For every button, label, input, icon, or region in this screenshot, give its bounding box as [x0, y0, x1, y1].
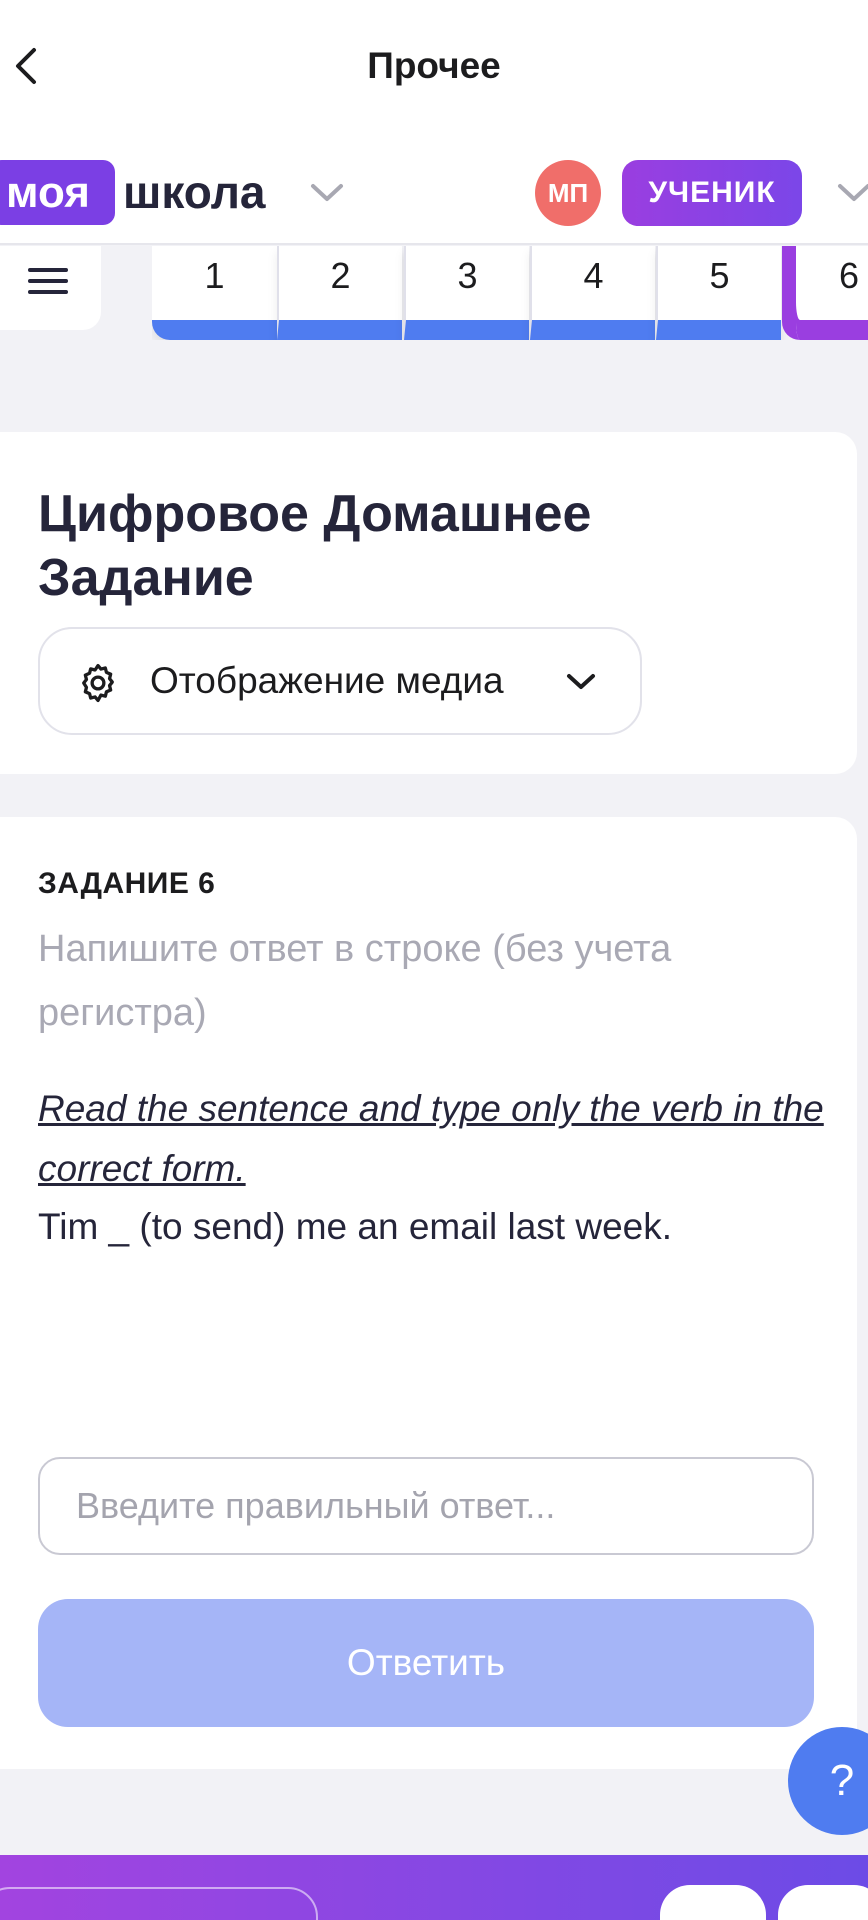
- gear-icon: [82, 663, 114, 703]
- task-tab-3[interactable]: 3: [404, 246, 529, 340]
- chevron-down-icon: [567, 674, 595, 689]
- task-instruction: Read the sentence and type only the verb…: [38, 1088, 824, 1189]
- task-tab-6-active[interactable]: 6: [782, 246, 868, 340]
- answer-input[interactable]: [38, 1457, 814, 1555]
- bottom-outline-button[interactable]: [0, 1887, 318, 1920]
- logo-shkola: школа: [123, 166, 266, 218]
- page-title: Прочее: [367, 45, 501, 86]
- role-badge[interactable]: УЧЕНИК: [622, 160, 802, 226]
- task-tab-2[interactable]: 2: [277, 246, 402, 340]
- task-sentence: Tim _ (to send) me an email last week.: [38, 1206, 673, 1247]
- bottom-pill-button-1[interactable]: [660, 1885, 766, 1920]
- logo-moya: моя: [0, 160, 115, 225]
- role-chevron-down-icon[interactable]: [834, 180, 868, 206]
- task-hint: Напишите ответ в строке (без учета регис…: [38, 928, 672, 1034]
- bottom-pill-button-2[interactable]: [778, 1885, 868, 1920]
- bottom-bar: [0, 1855, 868, 1920]
- top-navigation-bar: Прочее: [0, 0, 868, 130]
- menu-button[interactable]: [0, 246, 101, 330]
- task-tab-1[interactable]: 1: [152, 246, 277, 340]
- homework-header-card: Цифровое Домашнее Задание Отображение ме…: [0, 432, 857, 774]
- user-avatar[interactable]: МП: [535, 160, 601, 226]
- task-tab-4[interactable]: 4: [530, 246, 655, 340]
- media-display-label: Отображение медиа: [150, 660, 504, 701]
- task-card: ЗАДАНИЕ 6 Напишите ответ в строке (без у…: [0, 817, 857, 1769]
- homework-title: Цифровое Домашнее Задание: [38, 485, 592, 607]
- task-number-label: ЗАДАНИЕ 6: [38, 867, 216, 900]
- task-tab-5[interactable]: 5: [656, 246, 781, 340]
- hamburger-icon: [28, 268, 68, 294]
- media-display-dropdown[interactable]: Отображение медиа: [38, 627, 642, 735]
- school-chevron-down-icon[interactable]: [307, 180, 347, 206]
- task-tabs: 1 2 3 4 5 6: [152, 246, 868, 340]
- submit-answer-button[interactable]: Ответить: [38, 1599, 814, 1727]
